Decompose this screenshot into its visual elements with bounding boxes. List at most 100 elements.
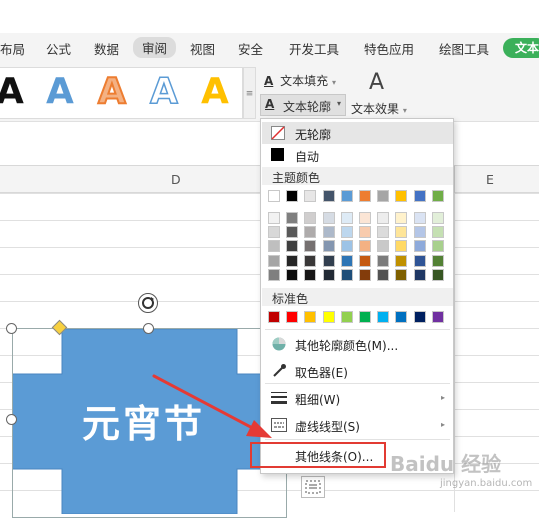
menu-drawing-tools[interactable]: 绘图工具 bbox=[439, 39, 489, 58]
dash-type-item[interactable]: 虚线线型(S) ▸ bbox=[262, 414, 453, 436]
theme-shade-swatch[interactable] bbox=[431, 268, 444, 281]
theme-shade-swatch[interactable] bbox=[413, 226, 426, 239]
theme-shade-swatch[interactable] bbox=[286, 254, 299, 267]
theme-shade-swatch[interactable] bbox=[359, 240, 371, 253]
theme-shade-swatch[interactable] bbox=[304, 212, 317, 224]
menu-developer[interactable]: 开发工具 bbox=[289, 39, 339, 58]
theme-shade-swatch[interactable] bbox=[322, 268, 335, 281]
menu-review[interactable]: 审阅 bbox=[133, 37, 177, 58]
standard-color-swatch[interactable] bbox=[377, 311, 390, 323]
layout-options-icon[interactable] bbox=[301, 476, 325, 498]
theme-shade-swatch[interactable] bbox=[304, 254, 317, 267]
theme-shade-swatch[interactable] bbox=[322, 240, 335, 253]
standard-color-swatch[interactable] bbox=[322, 311, 335, 323]
standard-color-swatch[interactable] bbox=[304, 311, 317, 323]
theme-shade-swatch[interactable] bbox=[431, 212, 444, 224]
text-outline-button[interactable]: A 文本轮廓 ▾ bbox=[260, 94, 346, 116]
menu-view[interactable]: 视图 bbox=[190, 39, 215, 58]
theme-shade-swatch[interactable] bbox=[359, 226, 371, 239]
no-outline-item[interactable]: 无轮廓 bbox=[262, 122, 453, 144]
theme-color-swatch[interactable] bbox=[340, 190, 353, 202]
theme-shade-swatch[interactable] bbox=[322, 226, 335, 239]
text-effect-button[interactable]: 文本效果 ▾ bbox=[351, 100, 407, 117]
standard-color-swatch[interactable] bbox=[340, 311, 353, 323]
theme-shade-swatch[interactable] bbox=[268, 254, 280, 267]
wordart-style-gold[interactable]: A bbox=[201, 72, 229, 112]
theme-shade-swatch[interactable] bbox=[359, 212, 371, 224]
theme-shade-swatch[interactable] bbox=[340, 254, 353, 267]
theme-shade-swatch[interactable] bbox=[286, 212, 299, 224]
standard-color-swatch[interactable] bbox=[268, 311, 280, 323]
theme-shade-swatch[interactable] bbox=[340, 212, 353, 224]
auto-color-item[interactable]: 自动 bbox=[262, 144, 453, 166]
resize-handle-top-left[interactable] bbox=[6, 323, 17, 334]
theme-shade-swatch[interactable] bbox=[304, 226, 317, 239]
theme-color-swatch[interactable] bbox=[304, 190, 317, 202]
theme-shade-swatch[interactable] bbox=[395, 226, 408, 239]
theme-shade-swatch[interactable] bbox=[413, 268, 426, 281]
theme-shade-swatch[interactable] bbox=[377, 254, 390, 267]
theme-shade-swatch[interactable] bbox=[340, 268, 353, 281]
theme-shade-swatch[interactable] bbox=[395, 240, 408, 253]
theme-shade-swatch[interactable] bbox=[268, 240, 280, 253]
theme-shade-swatch[interactable] bbox=[268, 226, 280, 239]
theme-shade-swatch[interactable] bbox=[359, 254, 371, 267]
theme-shade-swatch[interactable] bbox=[304, 240, 317, 253]
menu-security[interactable]: 安全 bbox=[238, 39, 263, 58]
theme-color-swatch[interactable] bbox=[413, 190, 426, 202]
gallery-expand-icon[interactable]: ≡ bbox=[243, 67, 256, 119]
theme-shade-swatch[interactable] bbox=[395, 268, 408, 281]
theme-shade-swatch[interactable] bbox=[340, 226, 353, 239]
resize-handle-left[interactable] bbox=[6, 414, 17, 425]
column-e-header[interactable]: E bbox=[486, 172, 494, 187]
theme-shade-swatch[interactable] bbox=[304, 268, 317, 281]
theme-shade-swatch[interactable] bbox=[395, 254, 408, 267]
theme-shade-swatch[interactable] bbox=[268, 212, 280, 224]
theme-color-swatch[interactable] bbox=[431, 190, 444, 202]
theme-color-swatch[interactable] bbox=[395, 190, 408, 202]
theme-shade-swatch[interactable] bbox=[413, 240, 426, 253]
theme-shade-swatch[interactable] bbox=[377, 212, 390, 224]
theme-shade-swatch[interactable] bbox=[413, 254, 426, 267]
theme-shade-swatch[interactable] bbox=[431, 240, 444, 253]
standard-color-swatch[interactable] bbox=[286, 311, 299, 323]
theme-shade-swatch[interactable] bbox=[431, 254, 444, 267]
theme-shade-swatch[interactable] bbox=[377, 240, 390, 253]
menu-layout[interactable]: 布局 bbox=[0, 39, 25, 58]
more-outline-colors-item[interactable]: 其他轮廓颜色(M)... bbox=[262, 333, 453, 355]
theme-color-swatch[interactable] bbox=[322, 190, 335, 202]
column-d-header[interactable]: D bbox=[171, 172, 181, 187]
text-fill-button[interactable]: A 文本填充 ▾ bbox=[264, 72, 336, 89]
theme-shade-swatch[interactable] bbox=[286, 240, 299, 253]
theme-shade-swatch[interactable] bbox=[322, 254, 335, 267]
menu-data[interactable]: 数据 bbox=[94, 39, 119, 58]
theme-shade-swatch[interactable] bbox=[395, 212, 408, 224]
wordart-style-black[interactable]: A bbox=[0, 72, 24, 112]
standard-color-swatch[interactable] bbox=[413, 311, 426, 323]
wordart-style-orange[interactable]: A bbox=[97, 71, 127, 113]
theme-shade-swatch[interactable] bbox=[340, 240, 353, 253]
eyedropper-item[interactable]: 取色器(E) bbox=[262, 360, 453, 382]
menu-formula[interactable]: 公式 bbox=[46, 39, 71, 58]
theme-color-swatch[interactable] bbox=[268, 190, 280, 202]
standard-color-swatch[interactable] bbox=[431, 311, 444, 323]
wordart-style-blue[interactable]: A bbox=[46, 72, 74, 112]
theme-shade-swatch[interactable] bbox=[431, 226, 444, 239]
theme-shade-swatch[interactable] bbox=[377, 226, 390, 239]
theme-shade-swatch[interactable] bbox=[286, 268, 299, 281]
theme-color-swatch[interactable] bbox=[286, 190, 299, 202]
standard-color-swatch[interactable] bbox=[359, 311, 371, 323]
theme-shade-swatch[interactable] bbox=[377, 268, 390, 281]
rotate-handle-icon[interactable] bbox=[138, 293, 158, 313]
theme-shade-swatch[interactable] bbox=[286, 226, 299, 239]
line-weight-item[interactable]: 粗细(W) ▸ bbox=[262, 387, 453, 409]
theme-color-swatch[interactable] bbox=[377, 190, 390, 202]
theme-shade-swatch[interactable] bbox=[322, 212, 335, 224]
standard-color-swatch[interactable] bbox=[395, 311, 408, 323]
resize-handle-top[interactable] bbox=[143, 323, 154, 334]
theme-color-swatch[interactable] bbox=[359, 190, 371, 202]
menu-special[interactable]: 特色应用 bbox=[364, 39, 414, 58]
wordart-style-outline-blue[interactable]: A bbox=[149, 71, 178, 113]
theme-shade-swatch[interactable] bbox=[413, 212, 426, 224]
theme-shade-swatch[interactable] bbox=[359, 268, 371, 281]
